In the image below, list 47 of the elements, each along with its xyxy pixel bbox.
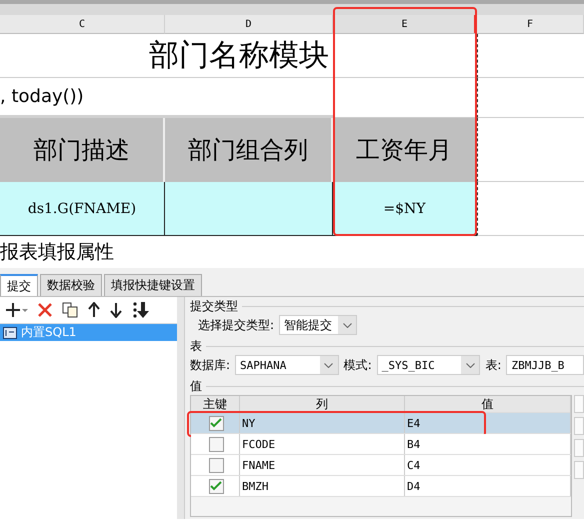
checkbox[interactable] <box>208 458 224 472</box>
header-cell: 部门组合列 <box>165 118 333 182</box>
table-cell: C4 <box>405 455 571 475</box>
column-header[interactable]: C <box>0 15 165 34</box>
data-cell: =$NY <box>333 182 477 236</box>
table-field[interactable]: ZBMJJB_B <box>506 355 584 375</box>
database-dropdown[interactable]: SAPHANA <box>235 355 339 375</box>
header-cell: 部门描述 <box>0 118 165 182</box>
caret-icon <box>466 362 475 368</box>
checkbox[interactable] <box>208 416 224 430</box>
caret-icon <box>324 362 334 368</box>
table-cell: B4 <box>405 434 571 454</box>
tab[interactable]: 提交 <box>0 274 38 296</box>
table-cell: E4 <box>405 413 571 433</box>
checkbox[interactable] <box>208 436 224 452</box>
section-label: 表 <box>190 338 202 354</box>
table-icon <box>3 326 17 338</box>
section-label: 提交类型 <box>190 298 238 314</box>
tab[interactable]: 数据校验 <box>40 274 102 296</box>
column-header[interactable]: F <box>477 15 584 34</box>
field-label: 选择提交类型: <box>198 316 274 334</box>
field-label: 表: <box>485 356 502 374</box>
down-arrow-icon[interactable] <box>110 302 122 318</box>
section-label: 值 <box>190 378 202 394</box>
submit-type-dropdown[interactable]: 智能提交 <box>279 315 358 335</box>
up-arrow-icon[interactable] <box>88 302 100 318</box>
checkbox[interactable] <box>208 478 224 494</box>
table-cell: NY <box>240 413 405 433</box>
column-header[interactable]: E <box>333 15 477 34</box>
field-label: 数据库: <box>190 356 230 374</box>
move-bottom-icon[interactable] <box>132 301 150 319</box>
schema-dropdown[interactable]: _SYS_BIC <box>376 355 480 375</box>
caret-icon <box>342 322 352 328</box>
table-cell: D4 <box>405 476 571 496</box>
data-cell: ds1.G(FNAME) <box>0 182 165 236</box>
copy-icon[interactable] <box>62 302 78 318</box>
table-cell: FNAME <box>240 455 405 475</box>
table-cell: BMZH <box>240 476 405 496</box>
column-header[interactable]: D <box>165 15 333 34</box>
dialog-title: 报表填报属性 <box>0 236 584 268</box>
tab[interactable]: 填报快捷键设置 <box>104 274 202 296</box>
field-label: 模式: <box>344 356 372 374</box>
add-icon[interactable] <box>6 302 28 318</box>
table-cell: FCODE <box>240 434 405 454</box>
delete-icon[interactable] <box>38 303 52 317</box>
report-title: 部门名称模块 <box>0 34 333 78</box>
header-cell: 工资年月 <box>333 118 477 182</box>
